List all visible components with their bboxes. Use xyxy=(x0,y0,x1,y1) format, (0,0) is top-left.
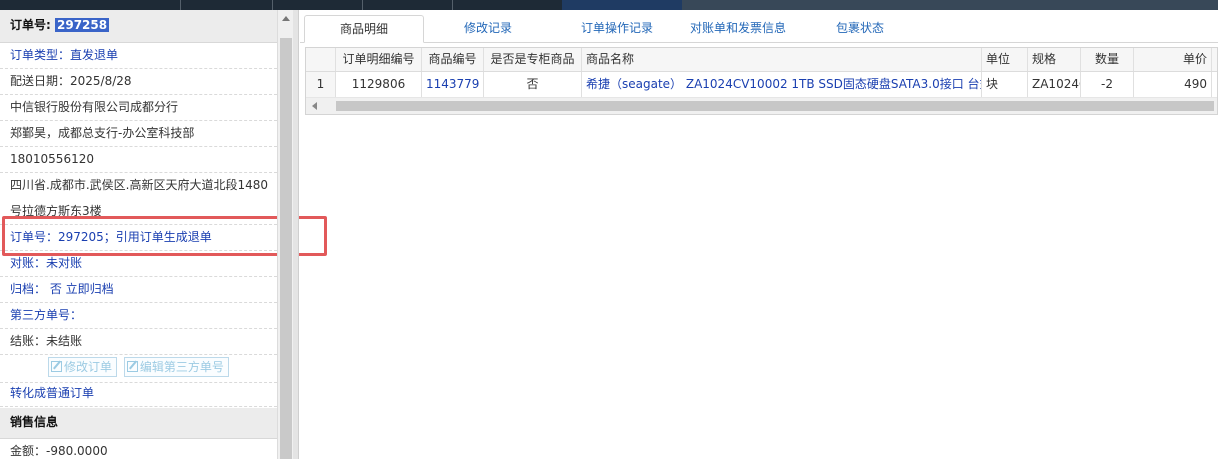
edit-icon xyxy=(51,361,62,372)
column-header-product-name[interactable]: 商品名称 xyxy=(582,48,982,71)
cell-spec: ZA1024C xyxy=(1028,72,1081,97)
tab-order-operation-log[interactable]: 订单操作记录 xyxy=(562,15,672,43)
archive-row[interactable]: 归档： 否 立即归档 xyxy=(0,277,277,303)
table-horizontal-scrollbar[interactable] xyxy=(306,98,1217,114)
edit-icon xyxy=(126,361,138,372)
header-separator xyxy=(272,0,273,10)
edit-third-party-label: 编辑第三方单号 xyxy=(139,360,224,374)
detail-panel: 商品明细 修改记录 订单操作记录 对账单和发票信息 包裹状态 订单明细编号 商品… xyxy=(300,10,1218,459)
row-index: 1 xyxy=(306,72,336,97)
left-panel-scrollbar[interactable] xyxy=(277,10,293,459)
cell-product-name[interactable]: 希捷（seagate） ZA1024CV10002 1TB SSD固态硬盘SAT… xyxy=(582,72,982,97)
order-number-label: 订单号: xyxy=(10,18,51,32)
column-header-price[interactable]: 单价 xyxy=(1134,48,1212,71)
amount-row: 金额：-980.0000 xyxy=(0,439,277,459)
horizontal-scrollbar-thumb[interactable] xyxy=(336,101,1214,111)
cell-unit: 块 xyxy=(982,72,1028,97)
scroll-left-arrow-icon[interactable] xyxy=(312,102,317,110)
order-type-row: 订单类型：直发退单 xyxy=(0,43,277,69)
edit-order-button[interactable]: 修改订单 xyxy=(48,357,118,377)
table-row[interactable]: 1 1129806 1143779 否 希捷（seagate） ZA1024CV… xyxy=(306,72,1217,98)
address-row-line1: 四川省.成都市.武侯区.高新区天府大道北段1480 xyxy=(10,178,268,192)
column-header-index xyxy=(306,48,336,71)
detail-tabs: 商品明细 修改记录 订单操作记录 对账单和发票信息 包裹状态 xyxy=(300,10,1218,43)
edit-third-party-button[interactable]: 编辑第三方单号 xyxy=(123,357,229,377)
header-separator xyxy=(180,0,181,10)
order-number-header: 订单号: 297258 xyxy=(0,10,277,43)
table-header: 订单明细编号 商品编号 是否是专柜商品 商品名称 单位 规格 数量 单价 xyxy=(306,48,1217,72)
settlement-row: 结账：未结账 xyxy=(0,329,277,355)
scroll-up-arrow-icon[interactable] xyxy=(282,16,290,21)
column-header-unit[interactable]: 单位 xyxy=(982,48,1028,71)
sales-section-title: 销售信息 xyxy=(0,408,277,439)
panel-splitter[interactable] xyxy=(293,10,299,459)
action-buttons-row: 修改订单 编辑第三方单号 xyxy=(0,355,277,383)
convert-order-link[interactable]: 转化成普通订单 xyxy=(0,381,277,407)
cell-detail-id: 1129806 xyxy=(336,72,422,97)
cell-quantity: -2 xyxy=(1081,72,1134,97)
delivery-date-row: 配送日期：2025/8/28 xyxy=(0,69,277,95)
cell-counter: 否 xyxy=(484,72,582,97)
phone-row: 18010556120 xyxy=(0,147,277,173)
header-separator xyxy=(452,0,453,10)
product-detail-table: 订单明细编号 商品编号 是否是专柜商品 商品名称 单位 规格 数量 单价 1 1… xyxy=(305,47,1218,115)
tab-package-status[interactable]: 包裹状态 xyxy=(820,15,900,43)
contact-row: 郑鄞昊，成都总支行-办公室科技部 xyxy=(0,121,277,147)
cell-price: 490 xyxy=(1134,72,1212,97)
third-party-number-row: 第三方单号： xyxy=(0,303,277,329)
column-header-spec[interactable]: 规格 xyxy=(1028,48,1081,71)
edit-order-label: 修改订单 xyxy=(64,360,113,374)
header-active-segment xyxy=(562,0,682,10)
column-header-detail-id[interactable]: 订单明细编号 xyxy=(336,48,422,71)
top-header-bar xyxy=(0,0,1218,10)
company-row: 中信银行股份有限公司成都分行 xyxy=(0,95,277,121)
header-separator xyxy=(362,0,363,10)
cell-product-id[interactable]: 1143779 xyxy=(422,72,484,97)
column-header-product-id[interactable]: 商品编号 xyxy=(422,48,484,71)
column-header-quantity[interactable]: 数量 xyxy=(1081,48,1134,71)
tab-product-details[interactable]: 商品明细 xyxy=(304,15,424,43)
tab-modification-log[interactable]: 修改记录 xyxy=(438,15,538,43)
header-right-segment xyxy=(682,0,1218,10)
order-number-value[interactable]: 297258 xyxy=(55,18,110,32)
column-header-counter[interactable]: 是否是专柜商品 xyxy=(484,48,582,71)
scrollbar-thumb[interactable] xyxy=(280,38,292,459)
tab-statement-invoice[interactable]: 对账单和发票信息 xyxy=(678,15,798,43)
